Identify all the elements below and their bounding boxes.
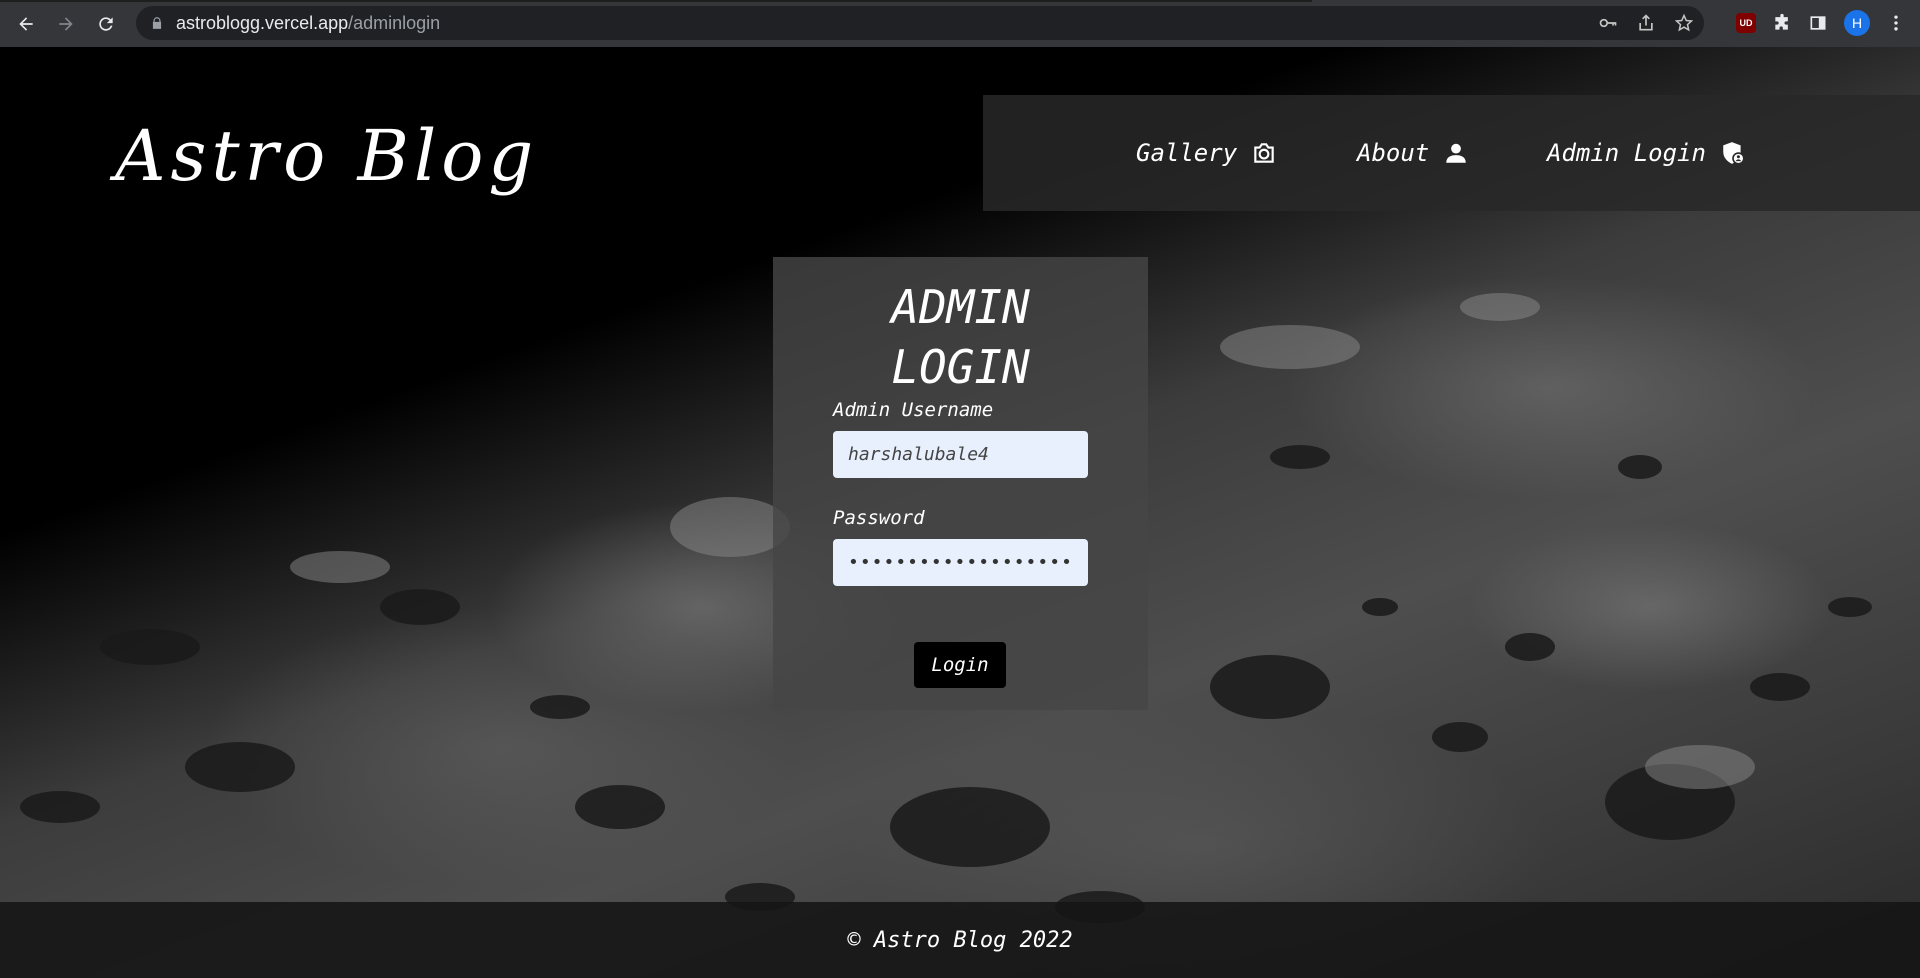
reload-icon <box>99 16 113 31</box>
nav-about-label: About <box>1357 139 1430 167</box>
nav-about[interactable]: About <box>1357 95 1469 211</box>
lock-icon <box>152 17 162 29</box>
login-button[interactable]: Login <box>914 642 1006 688</box>
url-text: astroblogg.vercel.app/adminlogin <box>176 13 440 34</box>
side-panel-icon[interactable] <box>1808 13 1828 33</box>
username-input[interactable]: harshalubale4 <box>833 431 1088 478</box>
star-icon[interactable] <box>1674 13 1694 33</box>
nav-gallery-label: Gallery <box>1136 139 1238 167</box>
footer-copyright: © Astro Blog 2022 <box>847 927 1073 953</box>
username-label: Admin Username <box>833 399 994 421</box>
nav-gallery[interactable]: Gallery <box>1136 95 1277 211</box>
user-icon <box>1446 143 1466 163</box>
reload-button[interactable] <box>88 6 124 42</box>
nav-admin-login-label: Admin Login <box>1547 139 1706 167</box>
admin-login-form: ADMIN LOGIN Admin Username harshalubale4… <box>773 257 1148 710</box>
shield-user-icon <box>1723 142 1745 165</box>
profile-avatar[interactable]: H <box>1844 10 1870 36</box>
password-input[interactable]: ••••••••••••••••••• <box>833 539 1088 586</box>
arrow-right-icon <box>59 16 73 31</box>
kebab-menu-icon[interactable] <box>1886 13 1906 33</box>
nav-admin-login[interactable]: Admin Login <box>1547 95 1746 211</box>
url-path: /adminlogin <box>348 12 441 33</box>
puzzle-icon[interactable] <box>1772 13 1792 33</box>
login-title-line1: ADMIN <box>891 280 1030 334</box>
footer: © Astro Blog 2022 <box>0 902 1920 978</box>
main-nav: Gallery About Admin Login <box>983 95 1920 211</box>
back-button[interactable] <box>8 6 44 42</box>
forward-button[interactable] <box>48 6 84 42</box>
login-title-line2: LOGIN <box>891 340 1030 394</box>
camera-icon <box>1254 143 1274 163</box>
arrow-left-icon <box>19 16 33 31</box>
page-content: Astro Blog Gallery About Admin Login ADM… <box>0 47 1920 978</box>
password-label: Password <box>833 507 925 529</box>
login-title: ADMIN LOGIN <box>773 277 1148 397</box>
url-host: astroblogg.vercel.app <box>176 12 349 33</box>
browser-toolbar: astroblogg.vercel.app/adminlogin UD H <box>0 0 1920 47</box>
ublock-extension-icon[interactable]: UD <box>1736 13 1756 33</box>
share-icon[interactable] <box>1636 13 1656 33</box>
key-icon[interactable] <box>1598 13 1618 33</box>
site-logo[interactable]: Astro Blog <box>115 115 538 197</box>
loading-bar <box>0 0 1312 2</box>
address-bar[interactable]: astroblogg.vercel.app/adminlogin <box>136 6 1704 40</box>
